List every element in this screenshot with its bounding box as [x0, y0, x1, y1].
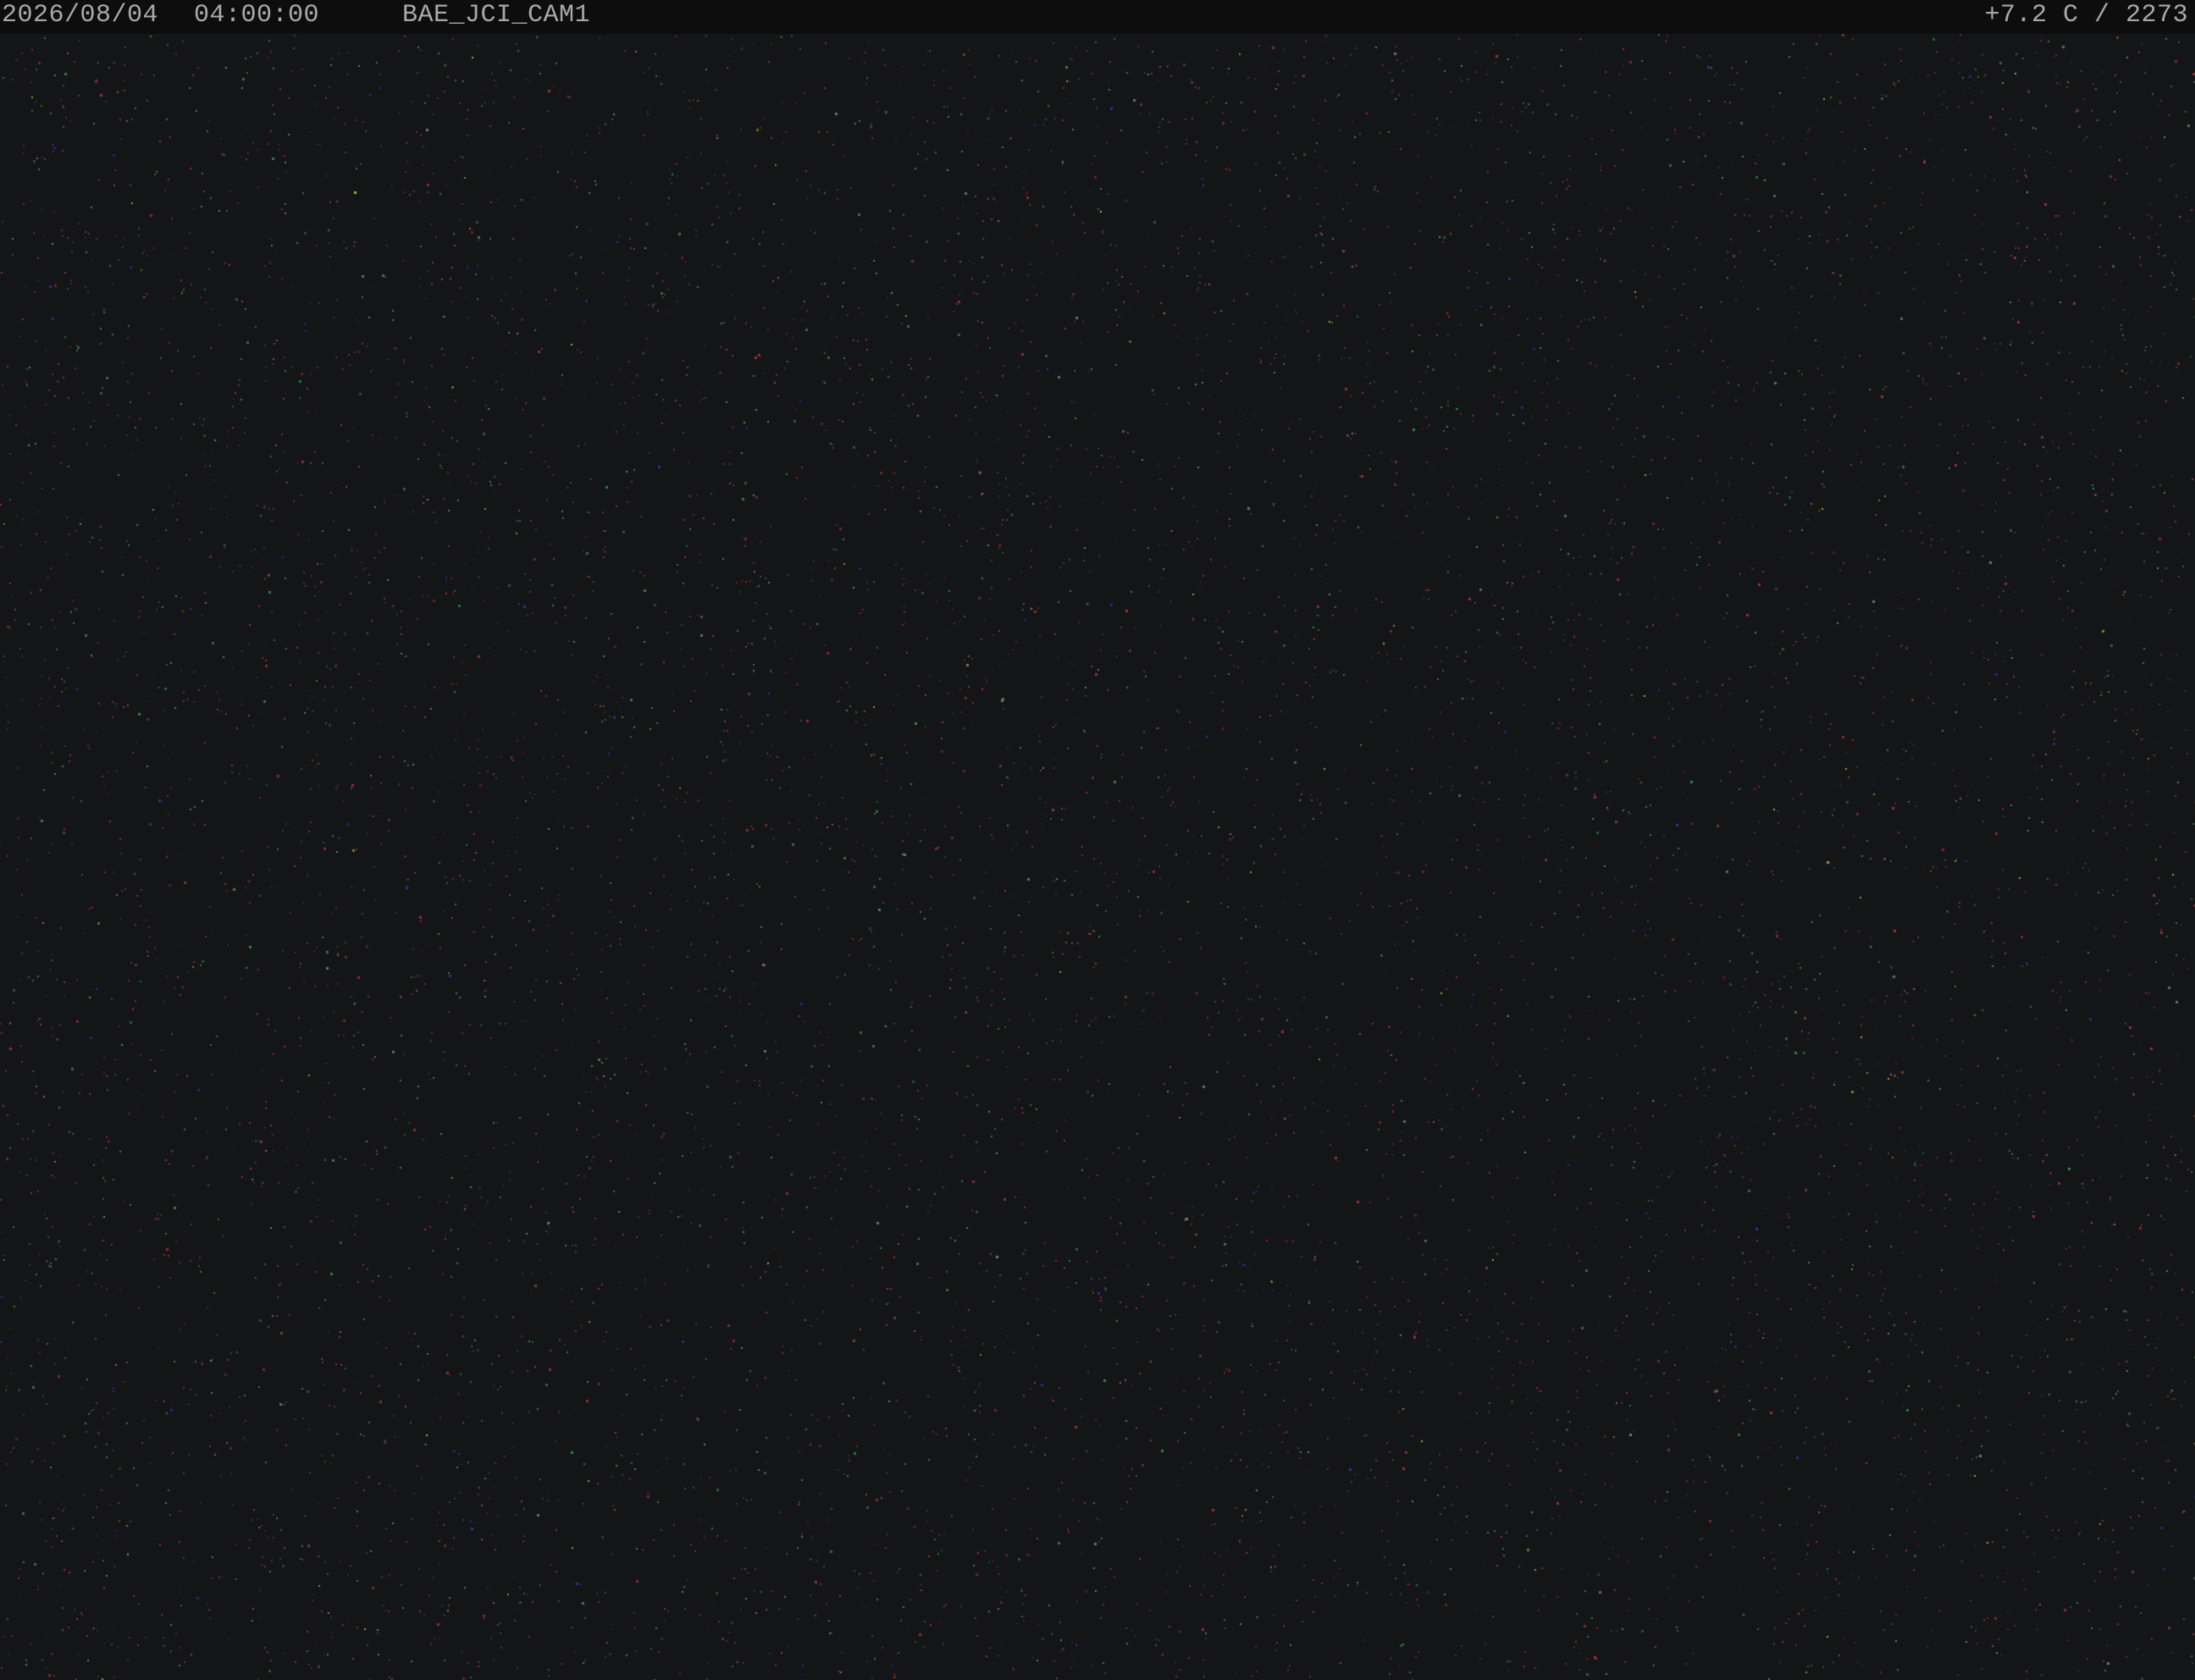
camera-osd-bar: 2026/08/04 04:00:00 BAE_JCI_CAM1 +7.2 C …	[0, 0, 2195, 34]
osd-date: 2026/08/04	[2, 1, 159, 30]
osd-camera-id: BAE_JCI_CAM1	[402, 1, 591, 30]
sensor-noise-image	[0, 0, 2195, 1680]
osd-temperature-reading: +7.2 C / 2273	[1984, 1, 2188, 30]
osd-time: 04:00:00	[194, 1, 320, 30]
camera-frame: 2026/08/04 04:00:00 BAE_JCI_CAM1 +7.2 C …	[0, 0, 2195, 1680]
